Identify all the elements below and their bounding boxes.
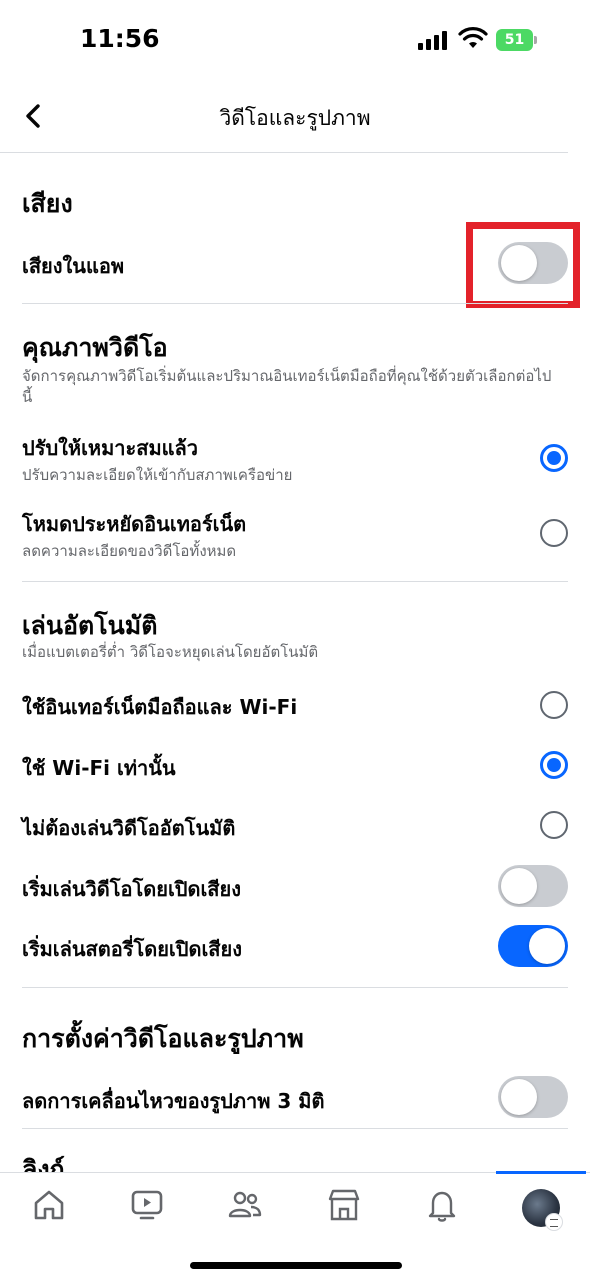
status-time: 11:56 [80,24,160,53]
never-autoplay-label: ไม่ต้องเล่นวิดีโออัตโนมัติ [22,816,236,840]
status-bar: 11:56 51 [0,0,590,80]
page-title: วิดีโอและรูปภาพ [219,106,371,130]
wifi-only-label: ใช้ Wi-Fi เท่านั้น [22,756,176,780]
in-app-sound-label: เสียงในแอพ [22,254,125,278]
video-photo-settings-title: การตั้งค่าวิดีโอและรูปภาพ [22,1024,304,1053]
autoplay-description: เมื่อแบตเตอรี่ต่ำ วิดีโอจะหยุดเล่นโดยอัต… [22,643,319,661]
mobile-and-wifi-label: ใช้อินเทอร์เน็ตมือถือและ Wi-Fi [22,695,298,719]
sound-section-title: เสียง [22,189,73,218]
divider [22,581,568,582]
bell-icon [428,1191,456,1222]
video-quality-section-title: คุณภาพวิดีโอ [22,333,168,362]
optimized-option-sub: ปรับความละเอียดให้เข้ากับสภาพเครือข่าย [22,466,293,484]
optimized-option-label: ปรับให้เหมาะสมแล้ว [22,436,199,460]
highlight-box [466,222,580,308]
battery-icon: 51 [496,29,538,51]
optimized-radio[interactable] [540,444,568,472]
cellular-signal-icon [418,31,447,50]
marketplace-icon [328,1189,360,1221]
never-autoplay-radio[interactable] [540,811,568,839]
divider [22,987,568,988]
reduce-3d-motion-toggle[interactable] [498,1076,568,1118]
battery-level: 51 [496,29,533,51]
links-section-title: ลิงก์ [22,1155,65,1172]
tab-home[interactable] [24,1187,74,1231]
story-sound-on-label: เริ่มเล่นสตอรี่โดยเปิดเสียง [22,937,242,961]
story-sound-on-toggle[interactable] [498,925,568,967]
active-tab-indicator [496,1171,586,1174]
video-sound-on-label: เริ่มเล่นวิดีโอโดยเปิดเสียง [22,877,241,901]
tab-marketplace[interactable] [319,1187,369,1231]
wifi-only-radio[interactable] [540,751,568,779]
friends-icon [228,1191,262,1218]
tab-friends[interactable] [220,1187,270,1231]
header-divider [0,152,568,153]
wifi-icon [458,27,488,48]
divider [22,303,568,304]
data-saver-radio[interactable] [540,519,568,547]
data-saver-option-sub: ลดความละเอียดของวิดีโอทั้งหมด [22,542,237,560]
autoplay-section-title: เล่นอัตโนมัติ [22,611,158,640]
video-icon [131,1190,163,1220]
menu-badge-icon [545,1213,563,1231]
nav-header: วิดีโอและรูปภาพ [0,88,590,152]
home-indicator [190,1262,402,1269]
reduce-3d-motion-label: ลดการเคลื่อนไหวของรูปภาพ 3 มิติ [22,1089,325,1113]
video-quality-description: จัดการคุณภาพวิดีโอเริ่มต้นและปริมาณอินเท… [22,367,552,406]
data-saver-option-label: โหมดประหยัดอินเทอร์เน็ต [22,512,247,536]
divider [22,1128,568,1129]
video-sound-on-toggle[interactable] [498,865,568,907]
home-icon [34,1190,64,1220]
tab-notifications[interactable] [417,1187,467,1231]
mobile-and-wifi-radio[interactable] [540,691,568,719]
tab-video[interactable] [122,1187,172,1231]
